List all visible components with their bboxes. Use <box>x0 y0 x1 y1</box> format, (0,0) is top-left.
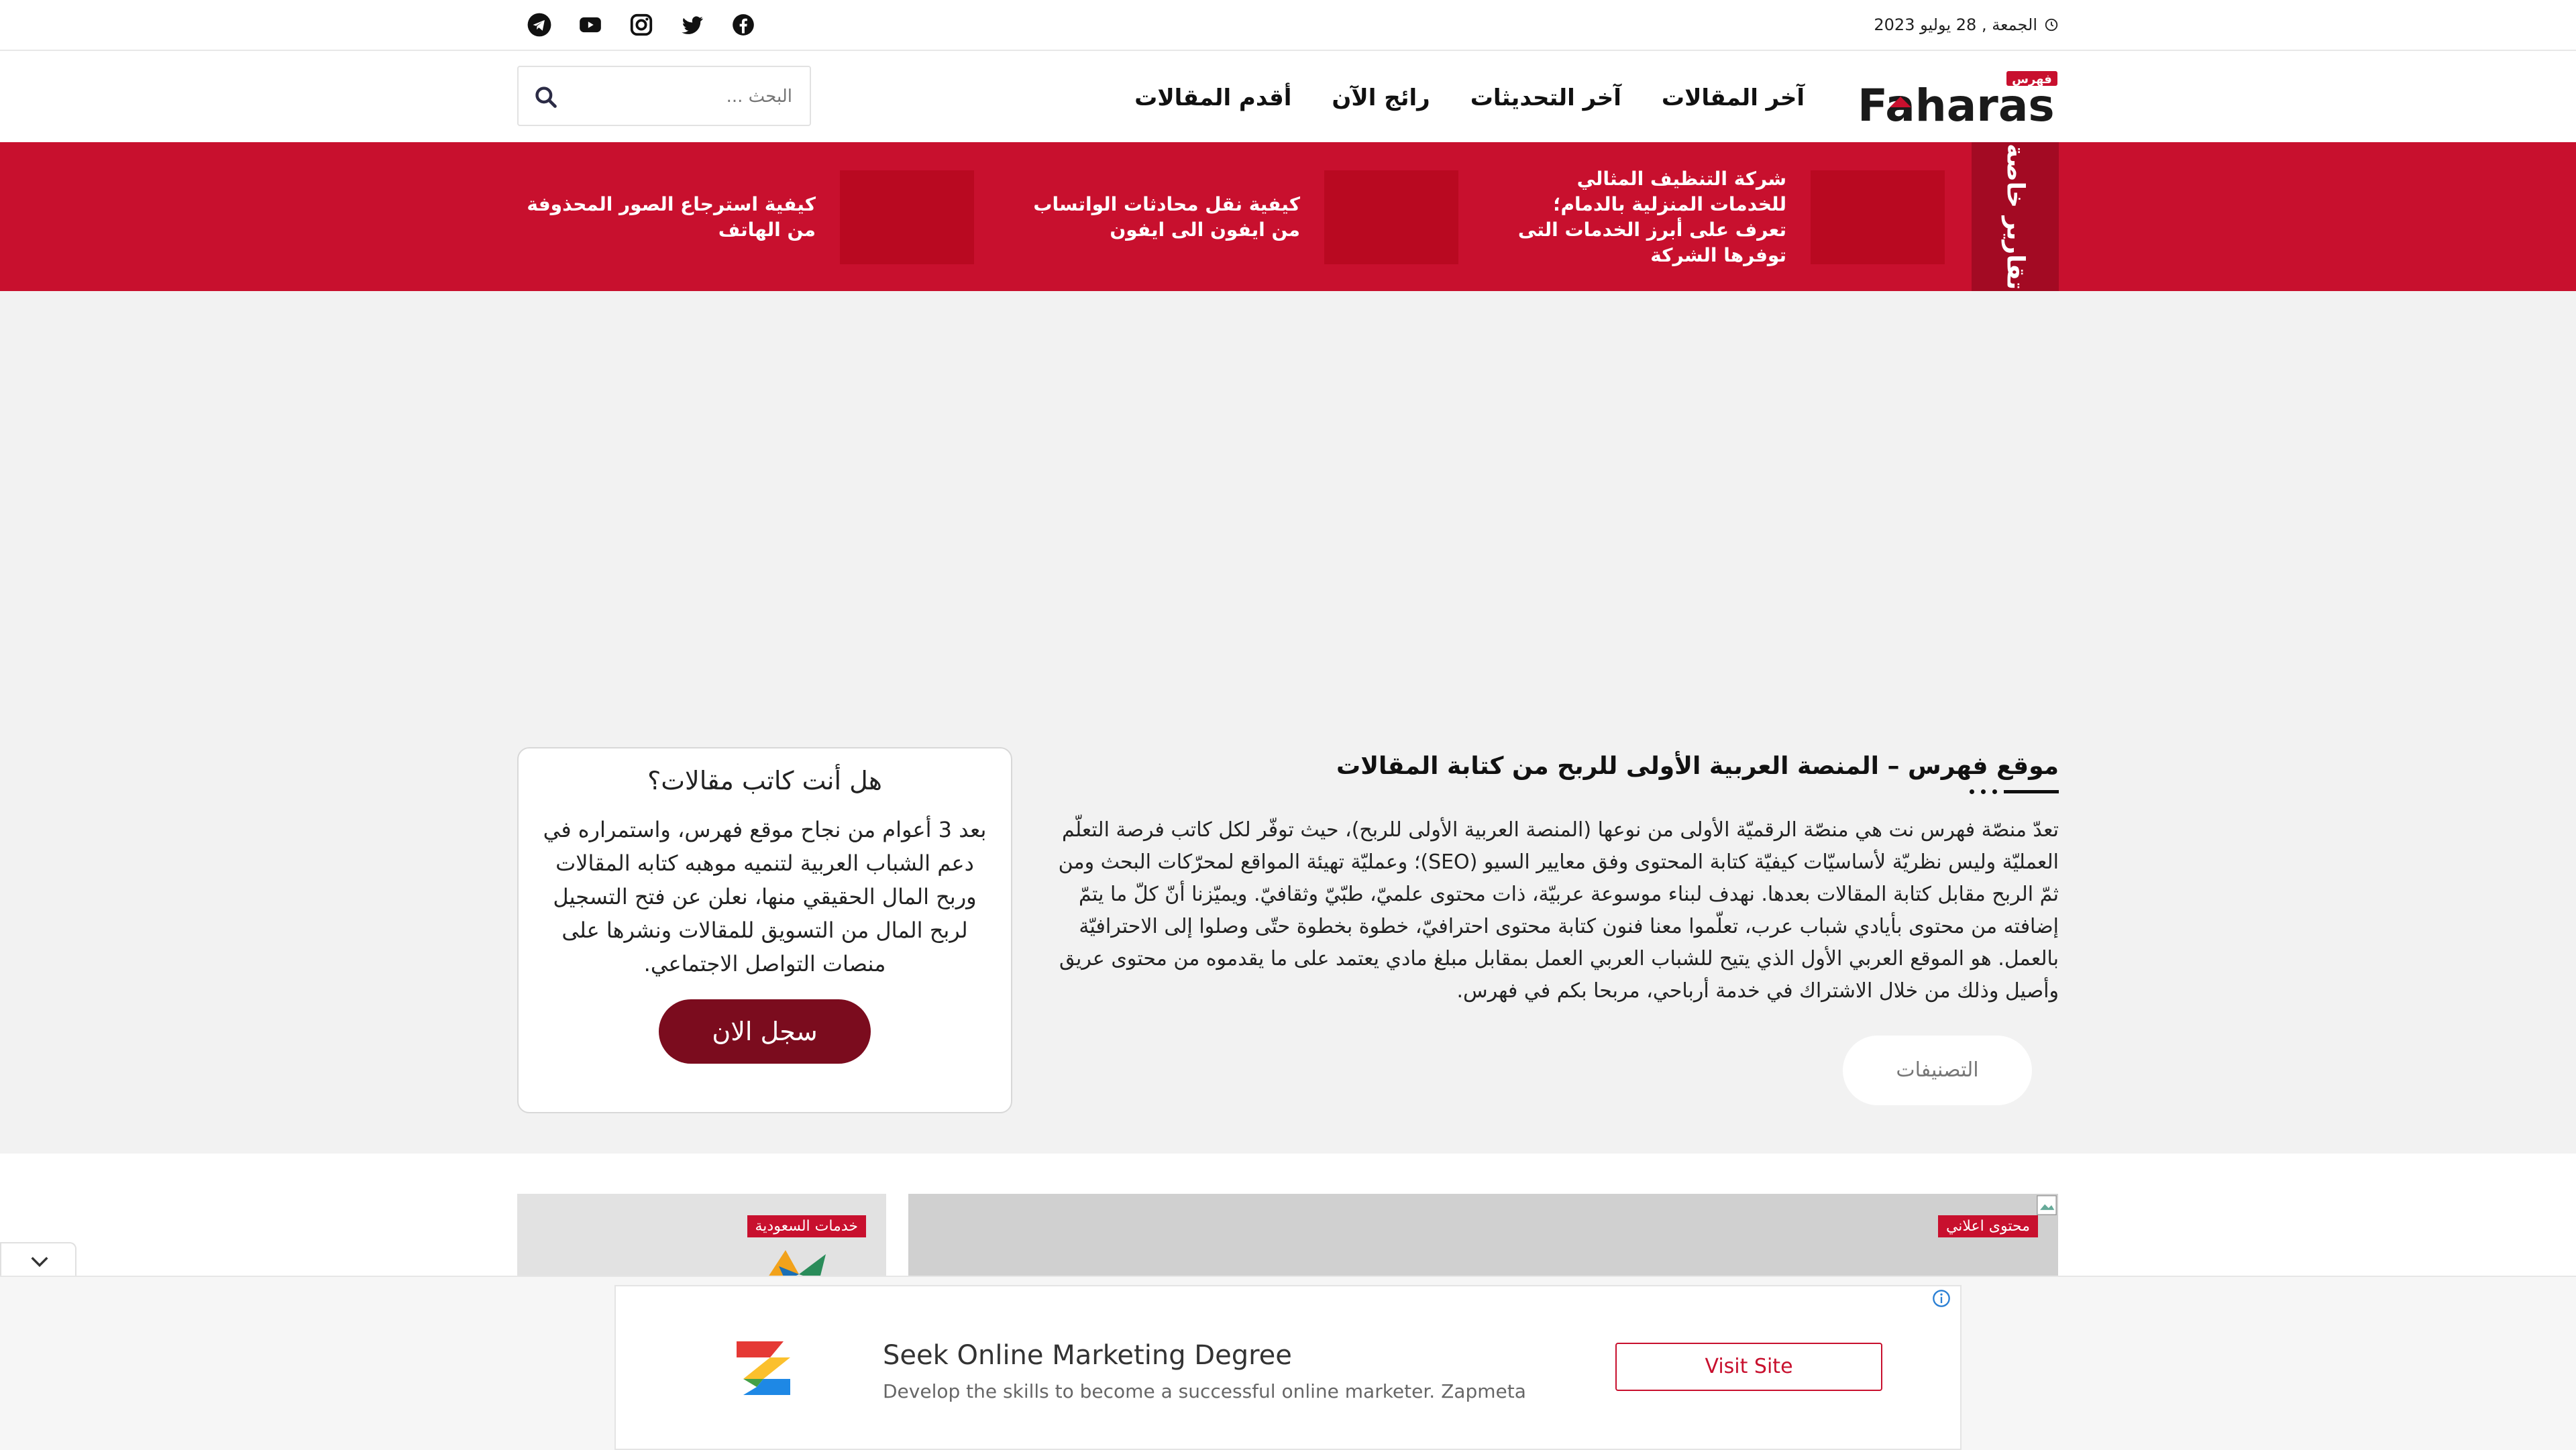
register-button[interactable]: سجل الان <box>659 999 871 1064</box>
about-section: موقع فهرس – المنصة العربية الأولى للربح … <box>1039 747 2059 1105</box>
special-item-title[interactable]: كيفية نقل محادثات الواتساب من ايفون الى … <box>1005 192 1300 243</box>
special-item-thumbnail[interactable] <box>1324 170 1458 264</box>
special-item-thumbnail[interactable] <box>1811 170 1945 264</box>
special-item-title[interactable]: شركة التنظيف المثالي للخدمات المنزلية با… <box>1505 166 1786 268</box>
facebook-icon[interactable] <box>731 12 756 38</box>
site-logo[interactable]: فهرس Faharas <box>1858 70 2059 131</box>
broken-image-icon <box>2037 1195 2057 1215</box>
twitter-icon[interactable] <box>680 12 705 38</box>
post-category-tag[interactable]: محتوى اعلاني <box>1937 1215 2038 1237</box>
ad-title[interactable]: Seek Online Marketing Degree <box>883 1340 1292 1371</box>
special-reports-label: تقارير خاصة <box>1972 142 2059 291</box>
collapse-ad-toggle[interactable] <box>0 1242 76 1278</box>
search-input[interactable] <box>570 80 794 113</box>
special-item[interactable]: كيفية نقل محادثات الواتساب من ايفون الى … <box>1005 170 1458 264</box>
special-reports-strip: تقارير خاصة شركة التنظيف المثالي للخدمات… <box>0 142 2576 291</box>
writer-signup-card: هل أنت كاتب مقالات؟ بعد 3 أعوام من نجاح … <box>517 747 1012 1113</box>
visit-site-button[interactable]: Visit Site <box>1615 1343 1882 1391</box>
telegram-icon[interactable] <box>527 12 552 38</box>
ad-subtitle: Develop the skills to become a successfu… <box>883 1380 1526 1402</box>
zapmeta-logo-icon <box>737 1341 790 1395</box>
top-bar: الجمعة , 28 يوليو 2023 <box>0 0 2576 51</box>
special-item-title[interactable]: كيفية استرجاع الصور المحذوفة من الهاتف <box>521 192 816 243</box>
featured-post[interactable]: محتوى اعلاني <box>908 1194 2058 1281</box>
side-post[interactable]: خدمات السعودية <box>517 1194 886 1281</box>
nav-oldest-articles[interactable]: أقدم المقالات <box>1134 85 1291 111</box>
main-nav: آخر المقالات آخر التحديثات رائج الآن أقد… <box>1134 78 1805 118</box>
special-item[interactable]: كيفية استرجاع الصور المحذوفة من الهاتف <box>521 170 974 264</box>
bottom-ad-bar: Seek Online Marketing Degree Develop the… <box>0 1276 2576 1450</box>
youtube-icon[interactable] <box>578 12 603 38</box>
date-display: الجمعة , 28 يوليو 2023 <box>1874 13 2059 36</box>
nav-latest-articles[interactable]: آخر المقالات <box>1662 85 1805 111</box>
nav-latest-updates[interactable]: آخر التحديثات <box>1470 85 1621 111</box>
writer-card-title: هل أنت كاتب مقالات؟ <box>647 766 882 795</box>
search-icon[interactable] <box>533 85 559 110</box>
social-links <box>527 12 756 38</box>
post-category-tag[interactable]: خدمات السعودية <box>747 1215 866 1237</box>
special-item[interactable]: شركة التنظيف المثالي للخدمات المنزلية با… <box>1505 168 1945 266</box>
about-text: تعدّ منصّة فهرس نت هي منصّة الرقميّة الأ… <box>1058 818 2059 1003</box>
nav-trending[interactable]: رائج الآن <box>1332 85 1430 111</box>
writer-card-text: بعد 3 أعوام من نجاح موقع فهرس، واستمراره… <box>543 817 987 977</box>
title-underline <box>1039 789 2059 794</box>
date-text: الجمعة , 28 يوليو 2023 <box>1874 15 2037 34</box>
about-title: موقع فهرس – المنصة العربية الأولى للربح … <box>1336 752 2059 780</box>
special-item-thumbnail[interactable] <box>840 170 974 264</box>
search-box <box>517 66 811 126</box>
chevron-down-icon[interactable] <box>28 1253 51 1270</box>
ad-info-icon[interactable] <box>1932 1289 1951 1308</box>
categories-button[interactable]: التصنيفات <box>1843 1036 2032 1105</box>
instagram-icon[interactable] <box>629 12 654 38</box>
main-header: فهرس Faharas آخر المقالات آخر التحديثات … <box>0 51 2576 142</box>
logo-text: Faharas <box>1858 80 2055 126</box>
ad-banner[interactable]: Seek Online Marketing Degree Develop the… <box>614 1285 1962 1450</box>
clock-icon <box>2045 18 2058 32</box>
